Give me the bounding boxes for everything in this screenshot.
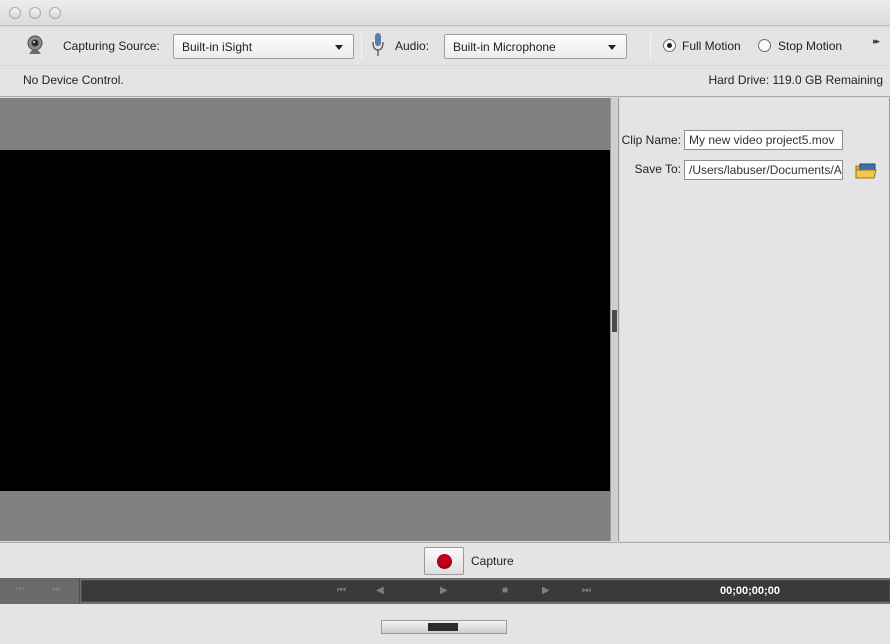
microphone-icon [371,32,385,58]
full-motion-label[interactable]: Full Motion [682,39,741,53]
capturing-source-value: Built-in iSight [182,40,253,54]
record-icon [437,554,452,569]
go-to-end-icon[interactable]: ⏭ [582,585,591,597]
capturing-source-select[interactable]: Built-in iSight [173,34,354,59]
zoom-slider-thumb[interactable] [428,623,458,631]
device-control-status: No Device Control. [23,73,124,87]
panel-splitter[interactable] [610,98,619,541]
clip-name-label: Clip Name: [621,133,681,147]
step-forward-icon[interactable]: ▶ [542,585,550,597]
timecode-display: 00;00;00;00 [720,585,780,597]
transport-bar: ⏮ ⏭ ⏮ ◀ ▶ ■ ▶ ⏭ 00;00;00;00 [0,578,890,604]
hard-drive-status: Hard Drive: 119.0 GB Remaining [708,73,883,87]
audio-label: Audio: [395,39,430,53]
toolbar-divider [361,33,362,60]
close-window-button[interactable] [9,7,21,19]
jog-back-icon[interactable]: ⏮ [16,584,25,596]
audio-value: Built-in Microphone [453,40,556,54]
webcam-icon [24,34,46,56]
capture-button[interactable] [424,547,464,575]
title-bar [0,0,890,26]
stop-icon[interactable]: ■ [502,585,508,597]
capture-label: Capture [471,554,514,568]
capture-toolbar: Capturing Source: Built-in iSight Audio:… [0,27,890,65]
video-preview [0,150,610,491]
audio-select[interactable]: Built-in Microphone [444,34,627,59]
status-bar: No Device Control. Hard Drive: 119.0 GB … [0,66,890,97]
toolbar-divider [650,33,651,60]
save-to-label: Save To: [634,162,681,176]
clip-name-input[interactable]: My new video project5.mov [684,130,843,150]
stop-motion-radio[interactable] [758,39,771,52]
chevron-down-icon [335,45,343,50]
zoom-window-button[interactable] [49,7,61,19]
stop-motion-label[interactable]: Stop Motion [778,39,842,53]
transport-left-controls: ⏮ ⏭ [0,578,80,604]
step-back-icon[interactable]: ◀ [376,585,384,597]
play-icon[interactable]: ▶ [440,585,448,597]
minimize-window-button[interactable] [29,7,41,19]
full-motion-radio[interactable] [663,39,676,52]
save-to-input[interactable]: /Users/labuser/Documents/A [684,160,843,180]
capturing-source-label: Capturing Source: [63,39,160,53]
preview-area [0,98,610,541]
capture-bar: Capture [0,542,890,578]
chevron-down-icon [608,45,616,50]
zoom-slider[interactable] [381,620,507,634]
transport-controls: ⏮ ◀ ▶ ■ ▶ ⏭ 00;00;00;00 [81,580,890,602]
footer [0,604,890,644]
jog-forward-icon[interactable]: ⏭ [52,584,61,596]
folder-icon[interactable] [855,162,877,180]
toolbar-overflow-icon[interactable]: ▸▸ [873,36,880,47]
go-to-start-icon[interactable]: ⏮ [337,585,346,597]
clip-settings-panel: Clip Name: My new video project5.mov Sav… [620,98,890,541]
splitter-grip-icon[interactable] [612,310,617,332]
